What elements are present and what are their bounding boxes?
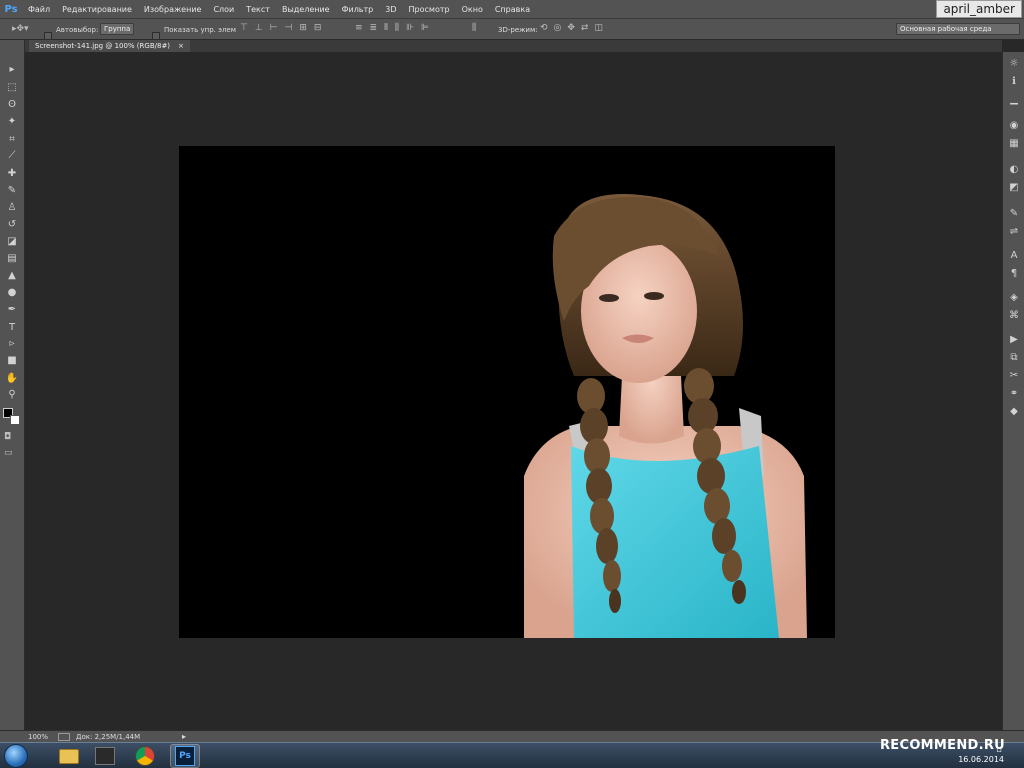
color-panel-icon[interactable]: ◐ bbox=[1006, 162, 1022, 176]
options-bar: ▸✥▾ Автовыбор: Группа Показать упр. элем… bbox=[0, 18, 1024, 40]
menu-item-4[interactable]: Текст bbox=[240, 5, 276, 14]
checkbox-icon bbox=[152, 31, 160, 40]
history-brush-tool-icon[interactable]: ↺ bbox=[4, 217, 20, 231]
tray-date: 16.06.2014 bbox=[958, 755, 1004, 764]
align-icons[interactable]: ⊤⊥⊢⊣⊞⊟ bbox=[240, 23, 328, 33]
photoshop-icon: Ps bbox=[175, 746, 195, 766]
layers-panel-icon[interactable]: ◆ bbox=[1006, 404, 1022, 418]
taskbar-explorer[interactable] bbox=[54, 744, 84, 768]
menu-item-0[interactable]: Файл bbox=[22, 5, 56, 14]
pen-tool-icon[interactable]: ✒ bbox=[4, 302, 20, 316]
screen-mode-icon[interactable]: ▭ bbox=[4, 448, 13, 458]
swatches-panel-icon[interactable]: ▦ bbox=[1006, 136, 1022, 150]
windows-taskbar: Ps ▫ 16.06.2014 bbox=[0, 742, 1024, 768]
left-eye bbox=[599, 294, 619, 302]
taskbar-chrome[interactable] bbox=[130, 744, 160, 768]
3d-mode-icons[interactable]: ⟲◎✥⇄◫ bbox=[540, 23, 609, 33]
menu-item-9[interactable]: Окно bbox=[456, 5, 489, 14]
character-panel-icon[interactable]: A bbox=[1006, 248, 1022, 262]
paths-panel-icon[interactable]: ⌘ bbox=[1006, 308, 1022, 322]
document-tab-title: Screenshot-141.jpg @ 100% (RGB/8#) bbox=[35, 42, 171, 50]
taskbar-photoshop[interactable]: Ps bbox=[170, 744, 200, 768]
taskbar-media-player[interactable] bbox=[90, 744, 120, 768]
marquee-tool-icon[interactable]: ⬚ bbox=[4, 80, 20, 94]
tool-presets-panel-icon[interactable]: ✂ bbox=[1006, 368, 1022, 382]
3d-mode-label: 3D-режим: bbox=[498, 26, 538, 34]
workspace-dropdown[interactable]: Основная рабочая среда bbox=[896, 23, 1020, 35]
adjustments-panel-icon[interactable]: ☼ bbox=[1006, 56, 1022, 70]
eraser-tool-icon[interactable]: ◪ bbox=[4, 234, 20, 248]
crop-tool-icon[interactable]: ⌗ bbox=[4, 132, 20, 146]
zoom-level[interactable]: 100% bbox=[28, 733, 48, 741]
layer-comps-panel-icon[interactable]: ⧉ bbox=[1006, 350, 1022, 364]
document-canvas[interactable] bbox=[179, 146, 835, 638]
3d-panel-icon[interactable]: ◈ bbox=[1006, 290, 1022, 304]
document-info: Док: 2,25M/1,44M bbox=[76, 733, 141, 741]
move-tool-icon[interactable]: ▸ bbox=[4, 62, 20, 76]
clone-source-panel-icon[interactable]: ⇌ bbox=[1006, 224, 1022, 238]
menu-item-5[interactable]: Выделение bbox=[276, 5, 336, 14]
show-controls-label: Показать упр. элем bbox=[164, 26, 237, 34]
status-menu-arrow-icon[interactable]: ▸ bbox=[182, 732, 186, 741]
brush-panel-icon[interactable]: ✎ bbox=[1006, 206, 1022, 220]
hand-tool-icon[interactable]: ✋ bbox=[4, 371, 20, 385]
status-view-icon[interactable] bbox=[58, 733, 70, 741]
navigator-panel-icon[interactable]: ◉ bbox=[1006, 118, 1022, 132]
gradient-tool-icon[interactable]: ▤ bbox=[4, 251, 20, 265]
media-player-icon bbox=[95, 747, 115, 765]
move-tool-icon[interactable]: ▸✥▾ bbox=[12, 24, 29, 34]
username-watermark: april_amber bbox=[936, 0, 1022, 18]
path-selection-tool-icon[interactable]: ▹ bbox=[4, 336, 20, 350]
document-tab-bar: Screenshot-141.jpg @ 100% (RGB/8#) × bbox=[25, 40, 1002, 52]
autoselect-label: Автовыбор: bbox=[56, 26, 99, 34]
blur-tool-icon[interactable]: ▲ bbox=[4, 268, 20, 282]
menu-items: Файл Редактирование Изображение Слои Текст Вы… bbox=[22, 5, 536, 14]
histogram-panel-icon[interactable]: ▁ bbox=[1006, 92, 1022, 106]
actions-panel-icon[interactable]: ▶ bbox=[1006, 332, 1022, 346]
menu-item-1[interactable]: Редактирование bbox=[56, 5, 138, 14]
menu-item-6[interactable]: Фильтр bbox=[336, 5, 380, 14]
clone-stamp-tool-icon[interactable]: ♙ bbox=[4, 200, 20, 214]
recommend-watermark: RECOMMEND.RU bbox=[880, 738, 1006, 753]
right-eye bbox=[644, 292, 664, 300]
menu-item-10[interactable]: Справка bbox=[489, 5, 536, 14]
checkbox-icon bbox=[44, 31, 52, 40]
healing-brush-tool-icon[interactable]: ✚ bbox=[4, 166, 20, 180]
menu-item-3[interactable]: Слои bbox=[207, 5, 240, 14]
auto-align-icon[interactable]: ⫼ bbox=[472, 23, 476, 33]
magic-wand-tool-icon[interactable]: ✦ bbox=[4, 114, 20, 128]
distribute-icons[interactable]: ≡≣⫴⫼⊪⊫ bbox=[355, 23, 436, 33]
document-tab[interactable]: Screenshot-141.jpg @ 100% (RGB/8#) × bbox=[29, 40, 190, 52]
portrait-image bbox=[524, 194, 807, 638]
autoselect-dropdown[interactable]: Группа bbox=[100, 23, 135, 35]
dodge-tool-icon[interactable]: ● bbox=[4, 285, 20, 299]
quick-mask-icon[interactable]: ◘ bbox=[4, 432, 11, 442]
right-panel-dock: ☼ ℹ ▁ ◉ ▦ ◐ ◩ ✎ ⇌ A ¶ ◈ ⌘ ▶ ⧉ ✂ ⚭ ◆ bbox=[1002, 52, 1024, 730]
type-tool-icon[interactable]: T bbox=[4, 320, 20, 334]
background-color-swatch[interactable] bbox=[10, 415, 20, 425]
eyedropper-tool-icon[interactable]: ⟋ bbox=[4, 148, 20, 162]
styles-panel-icon[interactable]: ◩ bbox=[1006, 180, 1022, 194]
close-icon[interactable]: × bbox=[178, 42, 184, 50]
tools-panel: ▸ ⬚ ʘ ✦ ⌗ ⟋ ✚ ✎ ♙ ↺ ◪ ▤ ▲ ● ✒ T ▹ ■ ✋ ⚲ ◘ ▭ bbox=[0, 40, 25, 730]
menu-item-7[interactable]: 3D bbox=[379, 5, 402, 14]
paragraph-panel-icon[interactable]: ¶ bbox=[1006, 266, 1022, 280]
start-button[interactable] bbox=[4, 744, 28, 768]
channels-panel-icon[interactable]: ⚭ bbox=[1006, 386, 1022, 400]
photoshop-logo: Ps bbox=[4, 3, 18, 15]
zoom-tool-icon[interactable]: ⚲ bbox=[4, 387, 20, 401]
menu-bar: Ps Файл Редактирование Изображение Слои Текс… bbox=[0, 0, 1024, 18]
status-bar: 100% Док: 2,25M/1,44M ▸ bbox=[0, 730, 1024, 742]
info-panel-icon[interactable]: ℹ bbox=[1006, 74, 1022, 88]
menu-item-2[interactable]: Изображение bbox=[138, 5, 208, 14]
lasso-tool-icon[interactable]: ʘ bbox=[4, 97, 20, 111]
chrome-icon bbox=[135, 746, 155, 766]
shape-tool-icon[interactable]: ■ bbox=[4, 353, 20, 367]
brush-tool-icon[interactable]: ✎ bbox=[4, 183, 20, 197]
menu-item-8[interactable]: Просмотр bbox=[403, 5, 456, 14]
folder-icon bbox=[59, 748, 79, 764]
